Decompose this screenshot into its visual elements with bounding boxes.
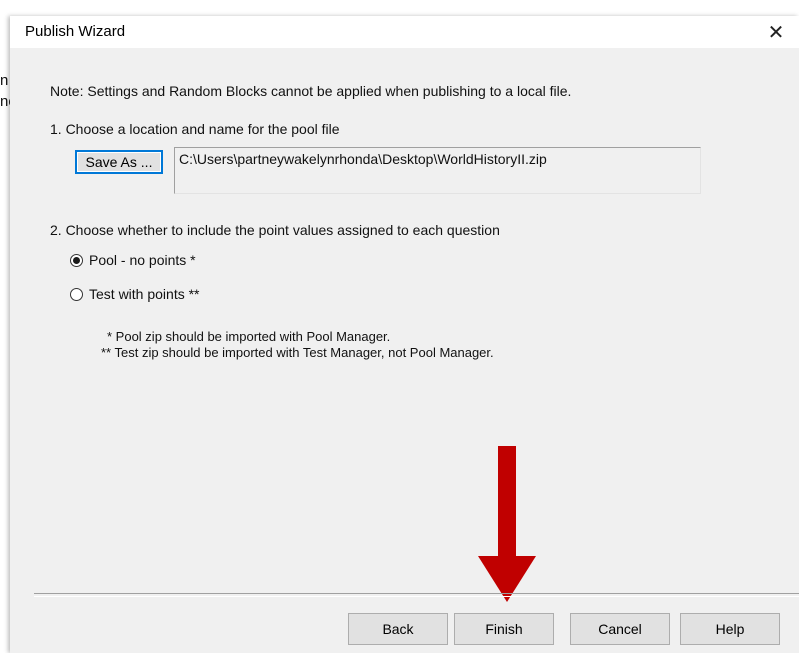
radio-test-with-points[interactable]: Test with points **	[70, 286, 200, 302]
file-path-field: C:\Users\partneywakelynrhonda\Desktop\Wo…	[174, 147, 701, 194]
radio-dot-icon	[73, 256, 80, 264]
down-arrow-icon	[478, 446, 536, 602]
close-icon: ✕	[767, 21, 785, 44]
help-button[interactable]: Help	[680, 613, 780, 645]
cancel-button[interactable]: Cancel	[570, 613, 670, 645]
step1-label: 1. Choose a location and name for the po…	[50, 121, 340, 137]
screen: n ne Publish Wizard ✕ Note: Settings and…	[0, 0, 799, 653]
background-window-text: n	[0, 72, 9, 89]
window-title: Publish Wizard	[25, 23, 126, 40]
footnote-test: ** Test zip should be imported with Test…	[101, 345, 494, 360]
finish-button[interactable]: Finish	[454, 613, 554, 645]
footer-separator	[34, 593, 799, 597]
radio-label: Pool - no points *	[89, 252, 196, 268]
radio-pool-no-points[interactable]: Pool - no points *	[70, 252, 196, 268]
radio-label: Test with points **	[89, 286, 200, 302]
footnote-pool: * Pool zip should be imported with Pool …	[107, 329, 391, 344]
back-button[interactable]: Back	[348, 613, 448, 645]
radio-button[interactable]	[70, 287, 83, 301]
save-as-button[interactable]: Save As ...	[75, 150, 163, 174]
close-button[interactable]: ✕	[753, 16, 799, 48]
step2-label: 2. Choose whether to include the point v…	[50, 222, 500, 238]
radio-button-selected[interactable]	[70, 253, 83, 267]
publish-wizard-dialog: Publish Wizard ✕ Note: Settings and Rand…	[10, 16, 799, 653]
title-bar: Publish Wizard ✕	[10, 16, 799, 48]
file-path-value: C:\Users\partneywakelynrhonda\Desktop\Wo…	[179, 151, 547, 167]
publish-note: Note: Settings and Random Blocks cannot …	[50, 83, 572, 99]
